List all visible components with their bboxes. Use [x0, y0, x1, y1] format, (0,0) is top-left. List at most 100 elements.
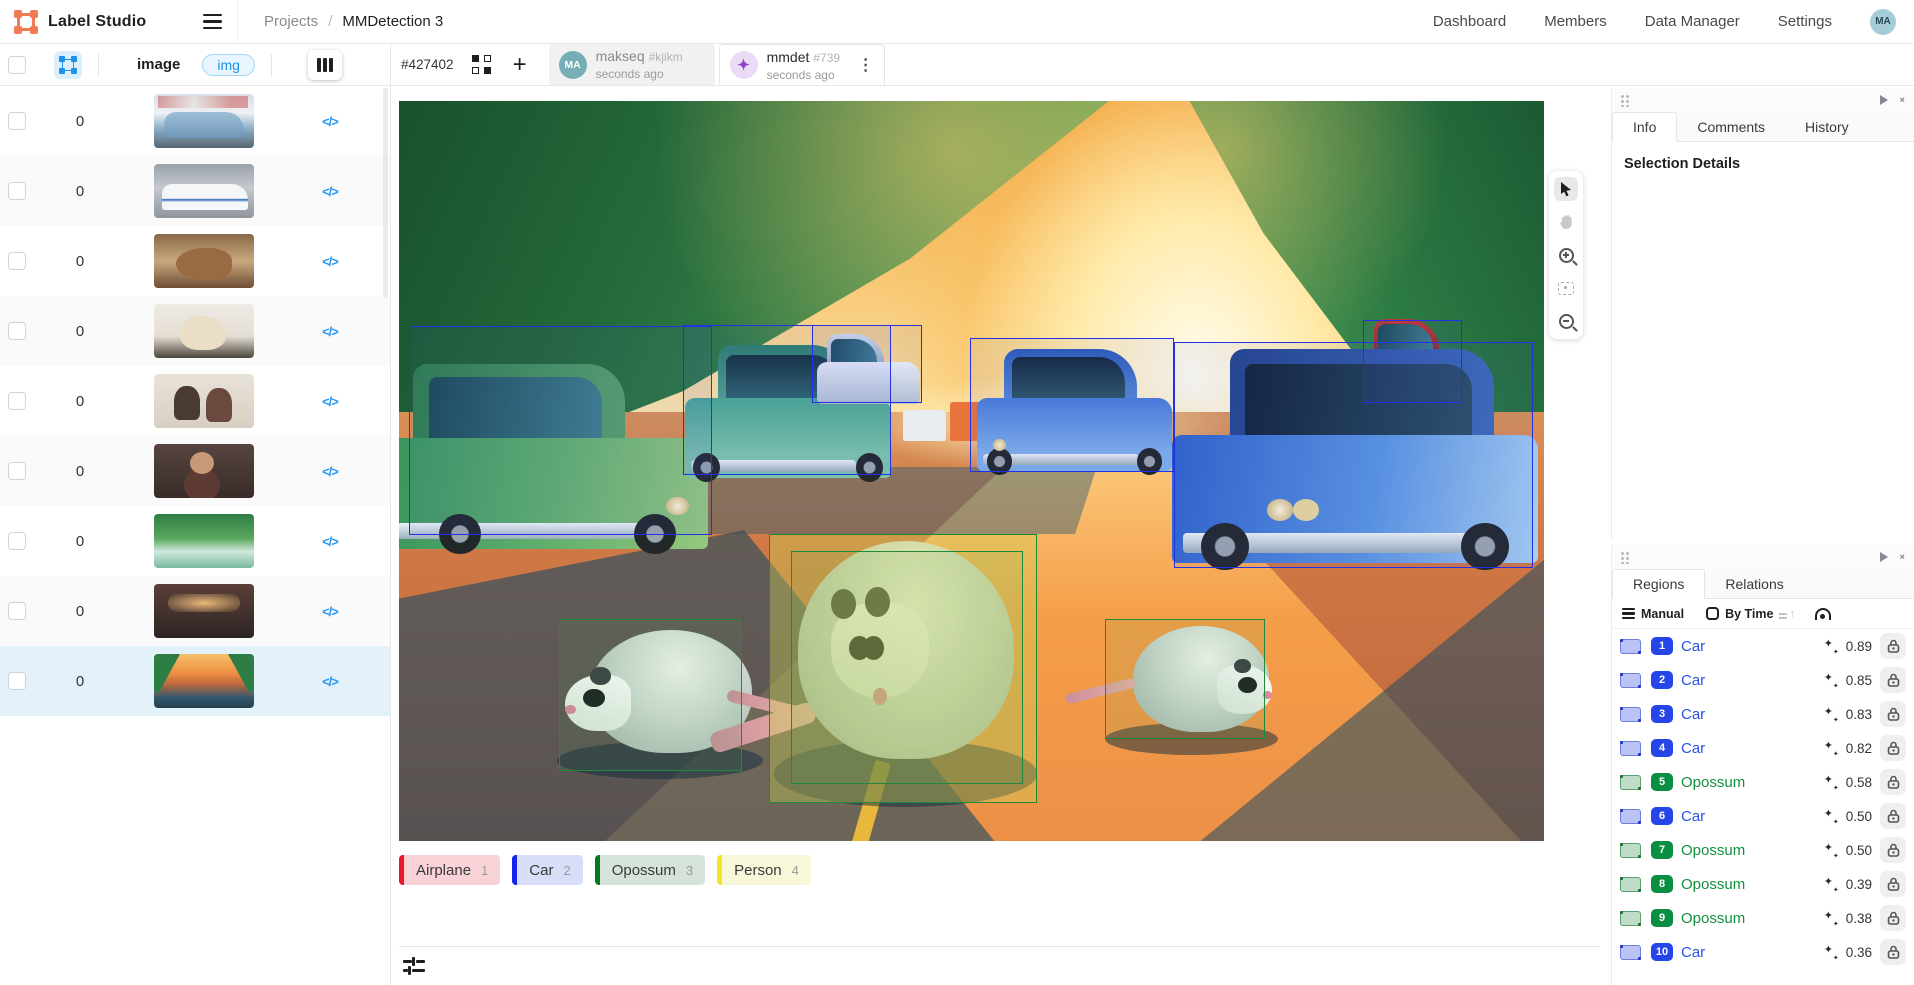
tab-history[interactable]: History: [1785, 112, 1869, 141]
grid-view-icon[interactable]: [472, 55, 491, 74]
view-settings-icon[interactable]: [403, 957, 425, 977]
zoom-in-icon[interactable]: [1554, 243, 1578, 267]
breadcrumb-projects[interactable]: Projects: [264, 13, 318, 30]
region-row-8[interactable]: 8Opossum0.39: [1612, 867, 1914, 901]
add-annotation-icon[interactable]: +: [513, 55, 527, 75]
lock-region-icon[interactable]: [1880, 633, 1906, 659]
region-row-3[interactable]: 3Car0.83: [1612, 697, 1914, 731]
region-bbox-car-4[interactable]: [970, 338, 1174, 473]
lock-region-icon[interactable]: [1880, 701, 1906, 727]
task-row[interactable]: 0</>: [0, 646, 390, 716]
columns-icon[interactable]: [308, 50, 342, 80]
region-row-7[interactable]: 7Opossum0.50: [1612, 833, 1914, 867]
menu-icon[interactable]: [196, 0, 238, 44]
task-row[interactable]: 0</>: [0, 506, 390, 576]
region-row-6[interactable]: 6Car0.50: [1612, 799, 1914, 833]
task-row[interactable]: 0</>: [0, 436, 390, 506]
task-thumbnail-dog-white[interactable]: [154, 304, 254, 358]
image-canvas[interactable]: [399, 101, 1544, 841]
task-checkbox[interactable]: [8, 112, 26, 130]
label-button-opossum[interactable]: Opossum3: [595, 855, 705, 885]
task-row[interactable]: 0</>: [0, 86, 390, 156]
lock-region-icon[interactable]: [1880, 837, 1906, 863]
column-header-image[interactable]: image: [137, 56, 180, 73]
group-mode-dropdown[interactable]: Manual: [1622, 607, 1684, 621]
region-row-4[interactable]: 4Car0.82: [1612, 731, 1914, 765]
region-bbox-car-10[interactable]: [1363, 320, 1461, 403]
task-source-icon[interactable]: </>: [270, 324, 390, 339]
lock-region-icon[interactable]: [1880, 905, 1906, 931]
user-avatar[interactable]: MA: [1870, 9, 1896, 35]
task-row[interactable]: 0</>: [0, 366, 390, 436]
region-row-10[interactable]: 10Car0.36: [1612, 935, 1914, 969]
task-checkbox[interactable]: [8, 322, 26, 340]
task-source-icon[interactable]: </>: [270, 604, 390, 619]
region-row-1[interactable]: 1Car0.89: [1612, 629, 1914, 663]
lock-region-icon[interactable]: [1880, 735, 1906, 761]
task-source-icon[interactable]: </>: [270, 674, 390, 689]
task-source-icon[interactable]: </>: [270, 254, 390, 269]
task-source-icon[interactable]: </>: [270, 464, 390, 479]
task-source-icon[interactable]: </>: [270, 394, 390, 409]
label-button-person[interactable]: Person4: [717, 855, 811, 885]
task-source-icon[interactable]: </>: [270, 184, 390, 199]
panel-detach-icon[interactable]: [1880, 552, 1888, 562]
annotation-tab-makseq[interactable]: MAmakseq#kjikmseconds ago: [549, 44, 715, 85]
task-checkbox[interactable]: [8, 672, 26, 690]
column-tag-img[interactable]: img: [202, 54, 255, 76]
tab-relations[interactable]: Relations: [1705, 569, 1803, 598]
task-row[interactable]: 0</>: [0, 156, 390, 226]
task-checkbox[interactable]: [8, 252, 26, 270]
lock-region-icon[interactable]: [1880, 939, 1906, 965]
region-bbox-opossum-8[interactable]: [1105, 619, 1264, 739]
task-thumbnail-dog-cage[interactable]: [154, 234, 254, 288]
zoom-out-icon[interactable]: [1554, 309, 1578, 333]
task-row[interactable]: 0</>: [0, 576, 390, 646]
region-bbox-car-1[interactable]: [1174, 342, 1532, 568]
task-checkbox[interactable]: [8, 392, 26, 410]
drag-handle-icon[interactable]: [1620, 94, 1630, 107]
drag-handle-icon[interactable]: [1620, 551, 1630, 564]
task-checkbox[interactable]: [8, 532, 26, 550]
task-checkbox[interactable]: [8, 602, 26, 620]
move-tool-icon[interactable]: [1554, 177, 1578, 201]
lock-region-icon[interactable]: [1880, 667, 1906, 693]
panel-collapse-icon[interactable]: ⌄⌃: [1898, 94, 1906, 106]
task-thumbnail-jungle[interactable]: [154, 514, 254, 568]
task-thumbnail-couple[interactable]: [154, 374, 254, 428]
tab-comments[interactable]: Comments: [1677, 112, 1785, 141]
task-thumbnail-car-show[interactable]: [154, 94, 254, 148]
region-bbox-car-2[interactable]: [409, 326, 711, 535]
pan-tool-icon[interactable]: [1554, 210, 1578, 234]
lock-region-icon[interactable]: [1880, 769, 1906, 795]
region-bbox-opossum-9[interactable]: [791, 551, 1023, 784]
task-thumbnail-man[interactable]: [154, 444, 254, 498]
sidebar-scrollbar[interactable]: [383, 88, 388, 298]
panel-collapse-icon[interactable]: ⌄⌃: [1898, 551, 1906, 563]
region-select-icon[interactable]: [54, 51, 82, 79]
task-source-icon[interactable]: </>: [270, 114, 390, 129]
nav-members[interactable]: Members: [1544, 13, 1607, 30]
task-thumbnail-police[interactable]: [154, 164, 254, 218]
task-row[interactable]: 0</>: [0, 226, 390, 296]
label-button-car[interactable]: Car2: [512, 855, 582, 885]
nav-settings[interactable]: Settings: [1778, 13, 1832, 30]
lock-region-icon[interactable]: [1880, 871, 1906, 897]
region-row-9[interactable]: 9Opossum0.38: [1612, 901, 1914, 935]
task-source-icon[interactable]: </>: [270, 534, 390, 549]
toggle-visibility-icon[interactable]: [1815, 608, 1831, 620]
panel-detach-icon[interactable]: [1880, 95, 1888, 105]
task-thumbnail-traffic[interactable]: [154, 654, 254, 708]
label-button-airplane[interactable]: Airplane1: [399, 855, 500, 885]
tab-regions[interactable]: Regions: [1612, 569, 1705, 599]
lock-region-icon[interactable]: [1880, 803, 1906, 829]
order-mode-dropdown[interactable]: By Time ↑: [1692, 607, 1795, 621]
task-row[interactable]: 0</>: [0, 296, 390, 366]
select-all-checkbox[interactable]: [8, 56, 26, 74]
fit-screen-icon[interactable]: [1554, 276, 1578, 300]
nav-data-manager[interactable]: Data Manager: [1645, 13, 1740, 30]
region-row-5[interactable]: 5Opossum0.58: [1612, 765, 1914, 799]
nav-dashboard[interactable]: Dashboard: [1433, 13, 1506, 30]
region-bbox-car-6[interactable]: [812, 325, 922, 403]
task-checkbox[interactable]: [8, 182, 26, 200]
